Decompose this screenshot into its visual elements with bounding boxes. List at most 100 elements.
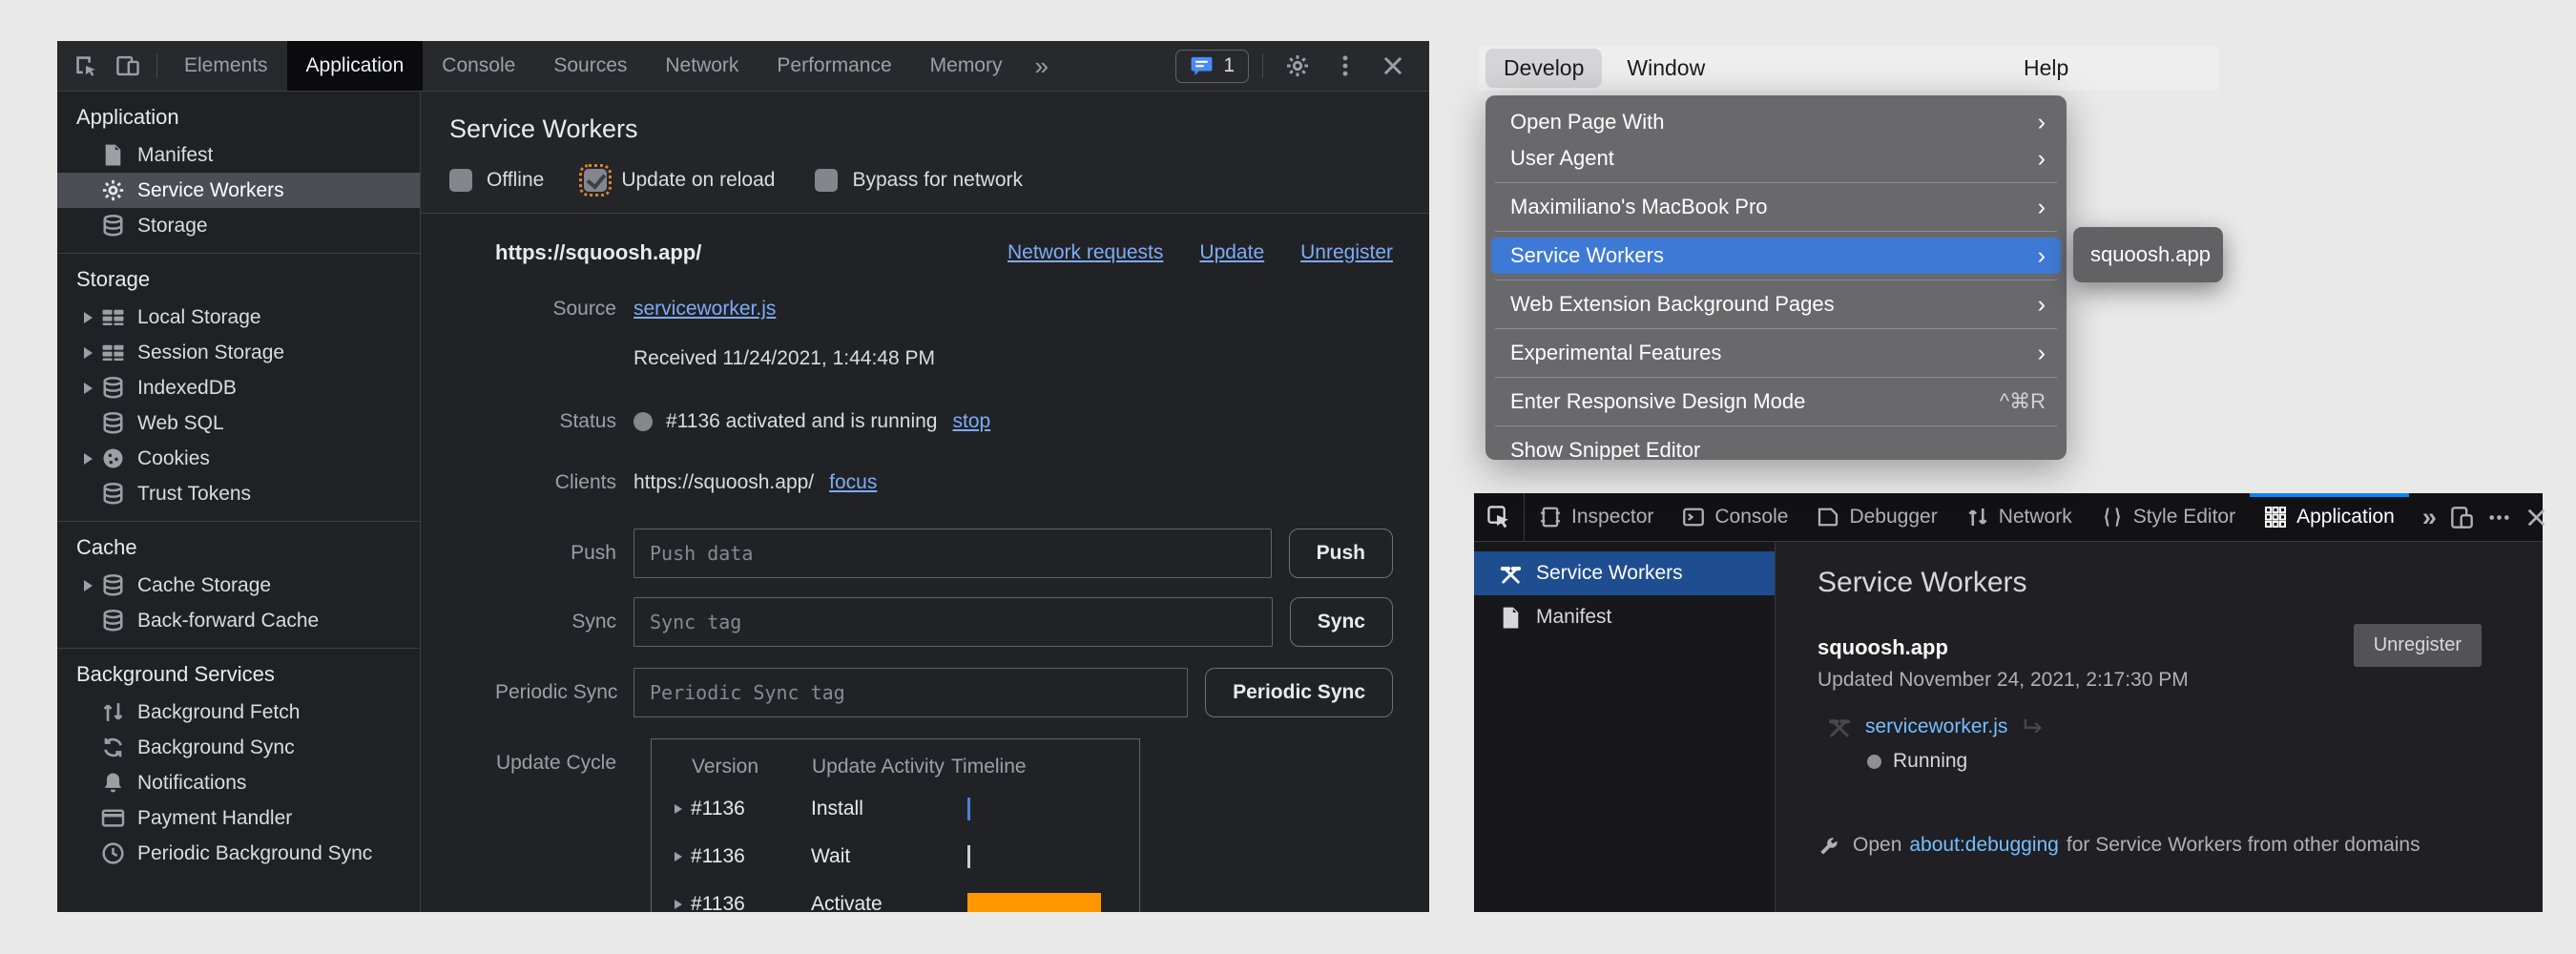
pick-element-button[interactable] [1474,493,1525,541]
sidebar-item-back-forward-cache[interactable]: Back-forward Cache [57,603,420,638]
tab-style-editor[interactable]: Style Editor [2087,493,2250,541]
worker-updated: Updated November 24, 2021, 2:17:30 PM [1818,669,2543,692]
periodic-sync-button[interactable]: Periodic Sync [1205,668,1393,717]
sidebar-item-service-workers[interactable]: Service Workers [1474,551,1775,595]
meatball-menu-icon[interactable] [2487,506,2511,529]
sidebar-item-cache-storage[interactable]: Cache Storage [57,568,420,603]
disclosure-triangle-icon[interactable] [675,804,682,814]
settings-button[interactable] [1277,41,1319,91]
menu-item-responsive-design-mode[interactable]: Enter Responsive Design Mode ^⌘R [1491,384,2061,420]
sidebar-item-session-storage[interactable]: Session Storage [57,335,420,370]
submenu-item-squoosh[interactable]: squoosh.app [2090,242,2211,267]
sync-button[interactable]: Sync [1290,597,1393,647]
sidebar-item-manifest[interactable]: Manifest [57,137,420,173]
menubar-item-help[interactable]: Help [2005,49,2087,88]
disclosure-triangle-icon[interactable] [675,852,682,861]
offline-checkbox[interactable] [449,169,472,192]
menubar-item-develop[interactable]: Develop [1485,49,1602,88]
update-on-reload-checkbox[interactable] [584,169,607,192]
menu-item-open-page-with[interactable]: Open Page With › [1491,104,2061,140]
worker-file-link[interactable]: serviceworker.js [1865,716,2007,738]
tab-application[interactable]: Application [287,41,424,91]
disclosure-triangle-icon[interactable] [675,900,682,909]
service-workers-header: Service Workers Offline Update on reload… [421,92,1429,214]
tab-network[interactable]: Network [646,41,758,91]
table-row-install[interactable]: #1136 Install [652,785,1139,833]
menubar-item-window[interactable]: Window [1609,49,1723,88]
table-row-activate[interactable]: #1136 Activate [652,881,1139,912]
stop-link[interactable]: stop [952,410,990,433]
issues-counter[interactable]: 1 [1175,50,1249,83]
sidebar-item-notifications[interactable]: Notifications [57,765,420,800]
menu-item-service-workers[interactable]: Service Workers › [1491,238,2061,274]
menu-item-user-agent[interactable]: User Agent › [1491,140,2061,176]
disclosure-triangle-icon[interactable] [84,580,93,591]
sidebar-item-cookies[interactable]: Cookies [57,441,420,476]
tab-memory[interactable]: Memory [911,41,1022,91]
bell-icon [101,771,125,795]
update-link[interactable]: Update [1199,241,1264,264]
bypass-for-network-checkbox-group[interactable]: Bypass for network [815,169,1023,192]
disclosure-triangle-icon[interactable] [84,453,93,465]
sidebar-item-periodic-background-sync[interactable]: Periodic Background Sync [57,836,420,871]
periodic-sync-input[interactable] [634,668,1188,717]
inspect-element-button[interactable] [65,41,107,91]
tab-console[interactable]: Console [423,41,534,91]
jump-to-source-icon[interactable] [2021,715,2046,739]
sidebar-item-manifest[interactable]: Manifest [1474,595,1775,639]
sidebar-item-web-sql[interactable]: Web SQL [57,405,420,441]
responsive-design-mode-icon[interactable] [2450,506,2474,529]
sidebar-item-storage[interactable]: Storage [57,208,420,243]
sidebar-item-service-workers[interactable]: Service Workers [57,173,420,208]
sidebar-item-background-sync[interactable]: Background Sync [57,730,420,765]
close-icon[interactable] [2524,506,2548,529]
offline-checkbox-group[interactable]: Offline [449,169,544,192]
unregister-link[interactable]: Unregister [1300,241,1393,264]
tab-application[interactable]: Application [2250,493,2409,541]
unregister-button[interactable]: Unregister [2354,624,2482,667]
sidebar-item-label: Service Workers [137,179,284,202]
bypass-for-network-checkbox[interactable] [815,169,838,192]
sync-input[interactable] [634,597,1273,647]
sidebar-item-indexeddb[interactable]: IndexedDB [57,370,420,405]
tab-elements[interactable]: Elements [165,41,287,91]
sidebar-item-trust-tokens[interactable]: Trust Tokens [57,476,420,511]
sidebar-item-background-fetch[interactable]: Background Fetch [57,695,420,730]
close-devtools-button[interactable] [1372,41,1414,91]
table-row-wait[interactable]: #1136 Wait [652,833,1139,881]
service-worker-hammers-icon [1827,715,1852,739]
update-cycle-table: Version Update Activity Timeline #1136 I… [651,738,1140,912]
update-on-reload-checkbox-group[interactable]: Update on reload [584,169,775,192]
sidebar-item-payment-handler[interactable]: Payment Handler [57,800,420,836]
disclosure-triangle-icon[interactable] [84,347,93,359]
more-tabs-button[interactable]: » [2409,503,2450,532]
tab-network[interactable]: Network [1952,493,2087,541]
tab-debugger[interactable]: Debugger [1802,493,1951,541]
source-file-link[interactable]: serviceworker.js [634,298,776,321]
menu-item-experimental-features[interactable]: Experimental Features › [1491,335,2061,371]
disclosure-triangle-icon[interactable] [84,383,93,394]
tab-console[interactable]: Console [1668,493,1802,541]
inspect-cursor-icon [73,53,98,78]
sidebar-item-local-storage[interactable]: Local Storage [57,300,420,335]
column-header-update-activity: Update Activity [812,756,951,778]
section-title: Storage [57,259,420,300]
device-toolbar-button[interactable] [107,41,149,91]
network-requests-link[interactable]: Network requests [1008,241,1163,264]
tab-inspector[interactable]: Inspector [1525,493,1668,541]
about-debugging-link[interactable]: about:debugging [1909,834,2059,857]
push-button[interactable]: Push [1289,529,1393,578]
menu-item-web-extension-background-pages[interactable]: Web Extension Background Pages › [1491,286,2061,322]
menu-item-device[interactable]: Maximiliano's MacBook Pro › [1491,189,2061,225]
tab-performance[interactable]: Performance [758,41,910,91]
push-input[interactable] [634,529,1272,578]
devtools-menu-button[interactable] [1324,41,1366,91]
service-workers-submenu[interactable]: squoosh.app [2073,227,2223,282]
activity-cell: Install [811,798,950,820]
clock-icon [101,841,125,865]
focus-link[interactable]: focus [829,471,877,494]
menu-item-show-snippet-editor[interactable]: Show Snippet Editor [1491,432,2061,460]
more-tabs-button[interactable]: » [1021,52,1061,81]
disclosure-triangle-icon[interactable] [84,312,93,323]
tab-sources[interactable]: Sources [534,41,646,91]
